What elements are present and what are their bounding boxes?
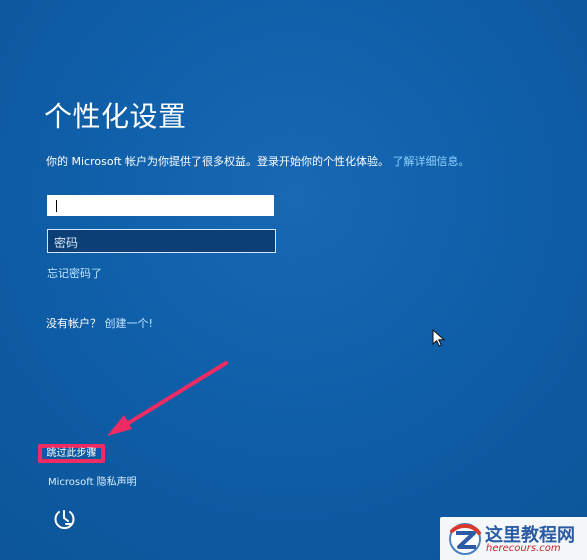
page-title: 个性化设置 <box>44 100 187 133</box>
no-account-text: 没有帐户？ <box>46 317 101 330</box>
intro-text-row: 你的 Microsoft 帐户为你提供了很多权益。登录开始你的个性化体验。 了解… <box>46 155 470 169</box>
watermark-logo-icon <box>449 523 481 555</box>
text-caret <box>56 200 57 212</box>
accessibility-icon[interactable] <box>50 505 78 533</box>
intro-text: 你的 Microsoft 帐户为你提供了很多权益。登录开始你的个性化体验。 <box>46 155 390 168</box>
watermark-url: herecours.com <box>486 543 561 554</box>
privacy-statement-link[interactable]: Microsoft 隐私声明 <box>48 473 137 488</box>
oobe-sign-in-screen: 个性化设置 你的 Microsoft 帐户为你提供了很多权益。登录开始你的个性化… <box>0 0 587 560</box>
forgot-password-link[interactable]: 忘记密码了 <box>47 265 102 281</box>
password-input[interactable]: 密码 <box>47 229 276 253</box>
annotation-arrow-shaft <box>120 361 228 429</box>
no-account-row: 没有帐户？ 创建一个! <box>46 315 153 331</box>
email-input[interactable] <box>47 195 274 216</box>
password-placeholder: 密码 <box>54 236 79 250</box>
create-account-link[interactable]: 创建一个! <box>105 317 153 330</box>
annotation-arrow-icon <box>107 361 228 436</box>
annotation-arrow-head <box>107 415 132 436</box>
mouse-cursor-icon <box>432 329 446 347</box>
learn-more-link[interactable]: 了解详细信息。 <box>393 155 470 168</box>
site-watermark: 这里教程网 herecours.com <box>440 517 587 560</box>
skip-step-link[interactable]: 跳过此步骤 <box>38 444 105 463</box>
